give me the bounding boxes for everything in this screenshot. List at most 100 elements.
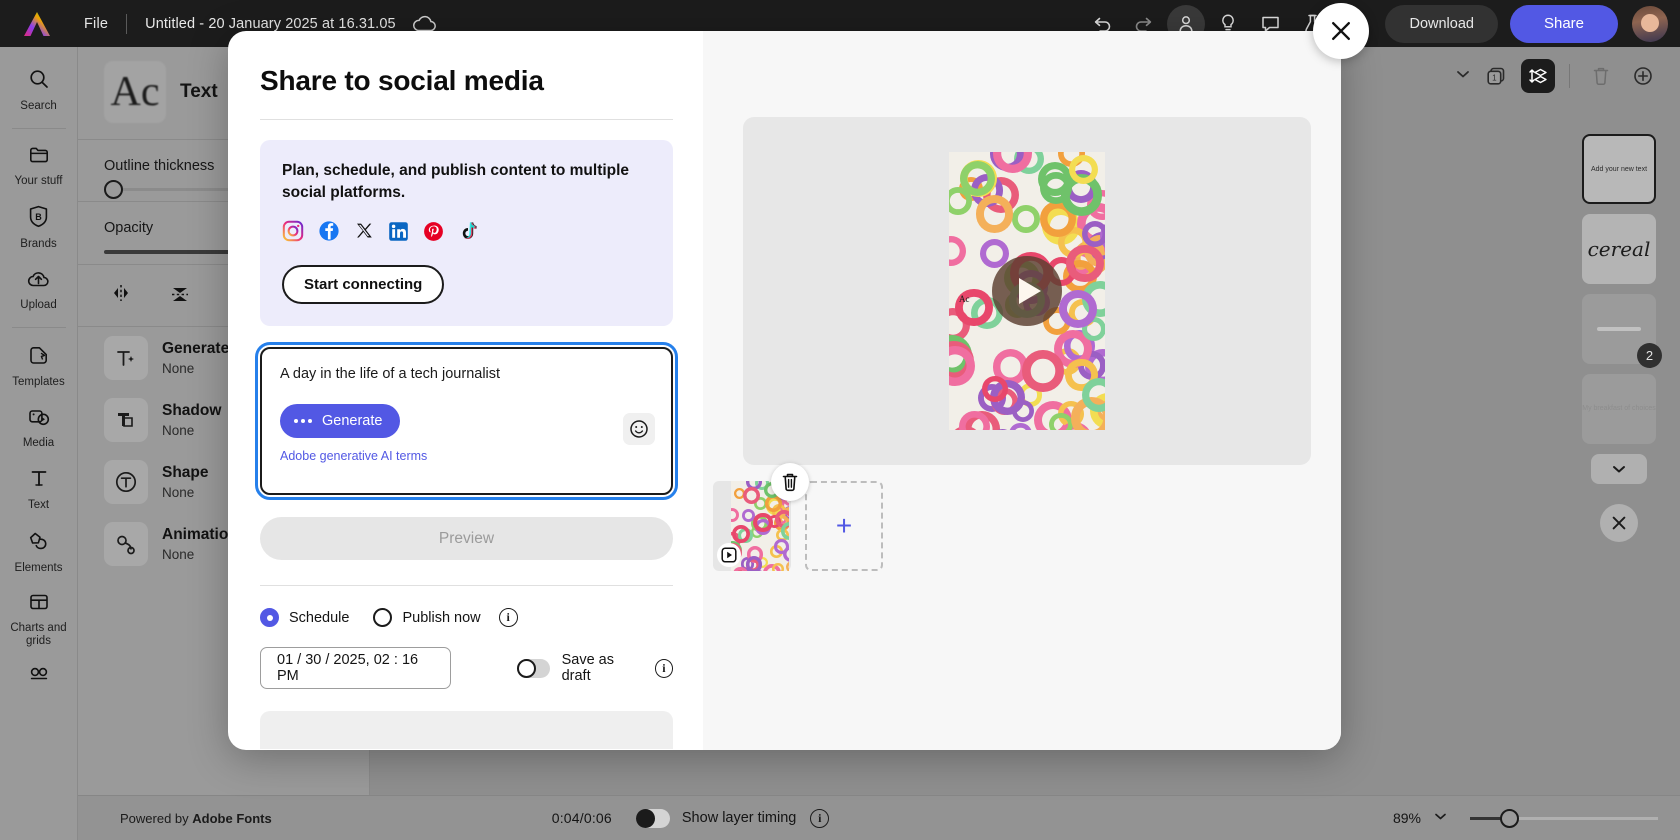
effect-value: None [162,361,229,376]
search-icon [28,68,50,95]
sidebar-label: Upload [20,299,56,312]
dialog-left-column: Share to social media Plan, schedule, an… [228,31,703,750]
generative-ai-terms-link[interactable]: Adobe generative AI terms [280,449,653,463]
start-connecting-button[interactable]: Start connecting [282,265,444,304]
flip-horizontal-icon[interactable] [108,283,134,310]
effect-name: Shadow [162,402,221,421]
x-twitter-icon[interactable] [354,221,374,246]
publish-mode-info-icon[interactable]: i [499,608,518,627]
radio-publish-now[interactable] [373,608,392,627]
add-layer-icon[interactable] [1626,59,1660,93]
play-button[interactable] [992,256,1062,326]
generate-label: Generate [322,413,382,429]
zoom-level: 89% [1393,810,1421,826]
layer-count-icon[interactable]: 1 [1479,59,1513,93]
share-button[interactable]: Share [1510,5,1618,43]
layer-thumb-breakfast-text[interactable]: My breakfast of choices [1582,374,1656,444]
user-avatar[interactable] [1632,6,1668,42]
sidebar-item-text[interactable]: Text [0,458,78,520]
delete-media-button[interactable] [771,463,809,501]
layer-thumb-cereal[interactable]: cereal [1582,214,1656,284]
chevron-down-icon [1610,463,1628,475]
sidebar-item-upload[interactable]: Upload [0,260,78,320]
add-media-button[interactable]: + [805,481,883,571]
dialog-preview-column: Ac [703,31,1341,750]
preview-button[interactable]: Preview [260,517,673,560]
sidebar-label: Elements [15,562,63,575]
publish-mode-options: Schedule Publish now i [260,608,673,627]
shadow-icon [104,398,148,442]
brand-b-icon: B [28,205,49,233]
schedule-row: 01 / 30 / 2025, 02 : 16 PM Save as draft… [260,647,673,689]
credit-brand: Adobe Fonts [192,811,271,826]
adobe-express-logo-icon[interactable] [14,0,60,47]
sidebar-item-more[interactable] [0,656,78,696]
sidebar-item-your-stuff[interactable]: Your stuff [0,136,78,196]
dialog-title: Share to social media [260,65,673,97]
effect-name: Animation [162,526,238,545]
layers-collapse-button[interactable] [1591,454,1647,484]
play-icon [721,547,737,563]
promo-text: Plan, schedule, and publish content to m… [282,160,651,204]
media-strip-item[interactable] [713,481,791,571]
facebook-icon[interactable] [318,220,340,247]
layers-close-button[interactable] [1600,504,1638,542]
linkedin-icon[interactable] [388,221,409,247]
sidebar-item-elements[interactable]: Elements [0,521,78,583]
sidebar-label: Search [20,100,56,113]
zoom-slider[interactable] [1470,817,1658,820]
radio-schedule[interactable] [260,608,279,627]
video-preview-frame[interactable]: Ac [949,152,1105,430]
chevron-down-icon[interactable] [1455,67,1471,85]
close-icon [1328,18,1354,44]
toolbar-divider [1569,64,1570,88]
layer-timing-info-icon[interactable]: i [810,809,829,828]
layer-thumb-shape-group[interactable]: 2 [1582,294,1656,364]
toggle-knob [636,809,655,828]
chevron-down-icon[interactable] [1433,809,1448,827]
sidebar-item-templates[interactable]: Templates [0,335,78,397]
effect-name: Generate [162,340,229,359]
effect-value: None [162,423,221,438]
reorder-layers-icon[interactable] [1521,59,1555,93]
sidebar-label: Brands [20,238,56,251]
sidebar-item-search[interactable]: Search [0,59,78,121]
save-as-draft-info-icon[interactable]: i [655,659,673,678]
close-dialog-button[interactable] [1313,3,1369,59]
show-layer-timing-toggle[interactable] [636,809,670,828]
shape-icon [104,460,148,504]
tiktok-icon[interactable] [458,220,478,247]
slider-handle[interactable] [104,180,123,199]
sidebar-item-media[interactable]: Media [0,397,78,458]
rail-divider [12,128,66,129]
download-button[interactable]: Download [1385,5,1498,43]
flip-vertical-icon[interactable] [168,283,192,310]
zoom-controls: 89% [1393,809,1680,827]
credit-prefix: Powered by [120,811,192,826]
layer-thumb-text[interactable]: Add your new text [1582,134,1656,204]
upload-cloud-icon [27,269,50,294]
document-title[interactable]: Untitled - 20 January 2025 at 16.31.05 [145,16,395,32]
zoom-slider-handle[interactable] [1500,809,1519,828]
schedule-datetime-input[interactable]: 01 / 30 / 2025, 02 : 16 PM [260,647,451,689]
divider [260,585,673,586]
layer-thumb-label: cereal [1588,237,1651,261]
menu-file[interactable]: File [84,16,108,32]
sidebar-item-charts-and-grids[interactable]: Charts and grids [0,583,78,656]
media-play-badge[interactable] [717,543,741,567]
svg-text:1: 1 [1492,73,1497,82]
emoji-smiley-icon[interactable] [623,413,655,445]
delete-layer-icon[interactable] [1584,59,1618,93]
save-as-draft-toggle[interactable] [517,659,549,678]
sidebar-item-brands[interactable]: B Brands [0,196,78,259]
caption-input-box[interactable]: A day in the life of a tech journalist G… [260,347,673,495]
instagram-icon[interactable] [282,220,304,247]
caption-input[interactable]: A day in the life of a tech journalist [280,366,653,382]
folder-icon [28,145,50,170]
pinterest-icon[interactable] [423,221,444,247]
effect-value: None [162,485,209,500]
generate-caption-button[interactable]: Generate [280,404,400,438]
show-layer-timing-label: Show layer timing [682,810,796,826]
font-preview-swatch[interactable]: Ac [104,61,166,123]
sidebar-label: Your stuff [15,175,63,188]
